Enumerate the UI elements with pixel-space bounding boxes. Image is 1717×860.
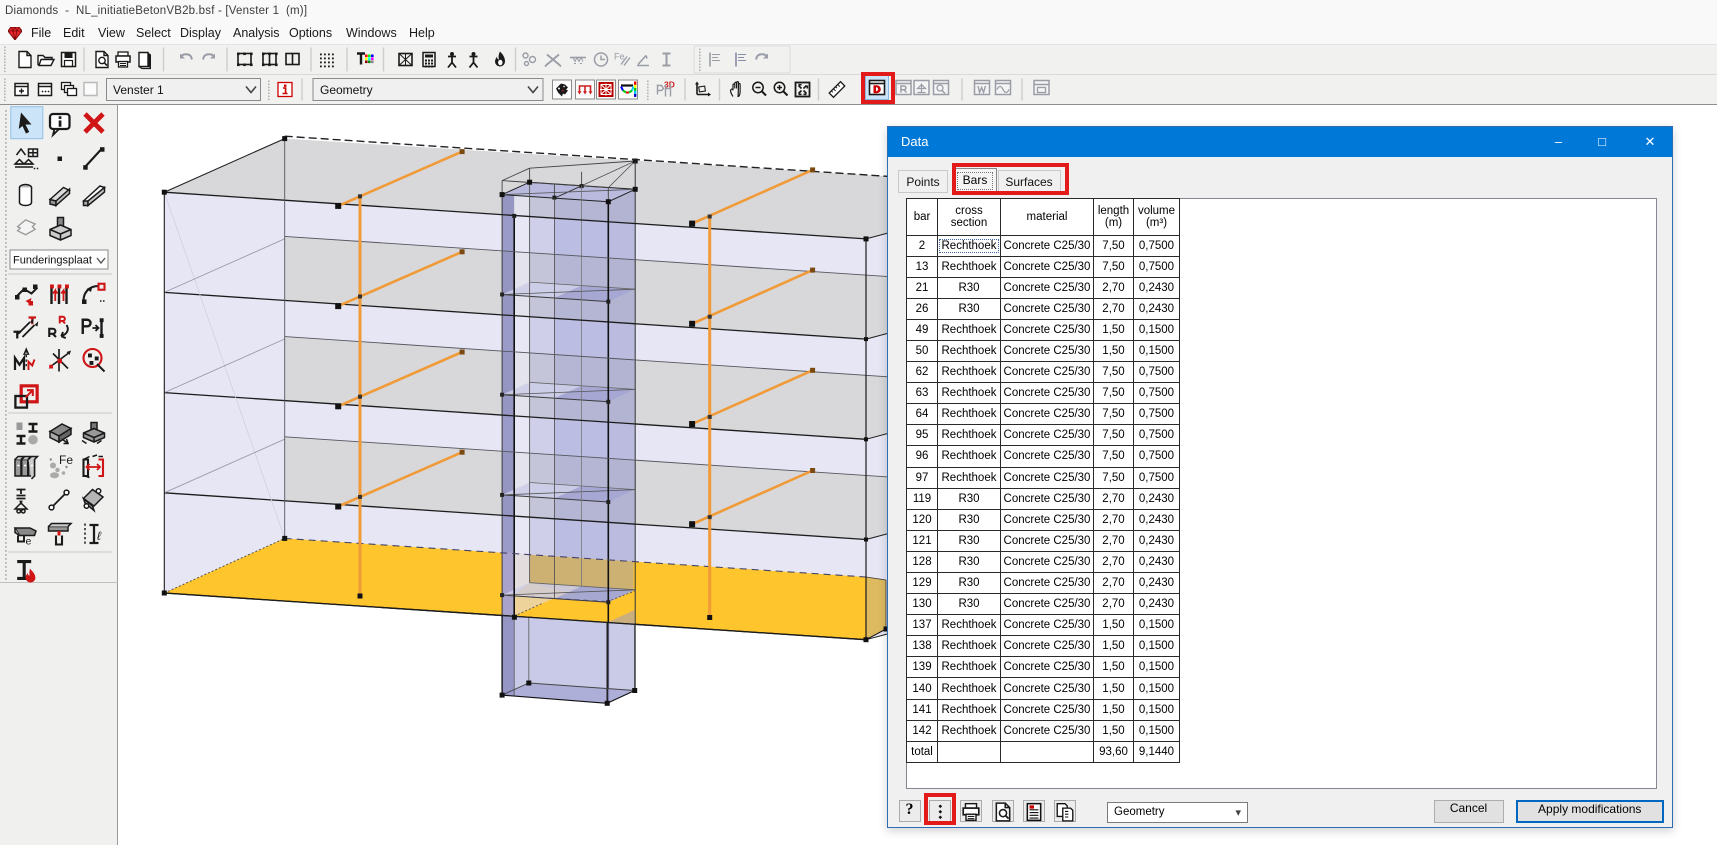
svg-text:Geometry: Geometry bbox=[320, 83, 373, 97]
svg-text:e: e bbox=[26, 536, 32, 548]
svg-text:Fe: Fe bbox=[59, 453, 73, 467]
svg-text:Venster 1: Venster 1 bbox=[113, 83, 164, 97]
svg-text:ℓ: ℓ bbox=[97, 529, 102, 543]
svg-text:Funderingsplaat: Funderingsplaat bbox=[13, 255, 92, 267]
svg-text:Fe: Fe bbox=[614, 52, 625, 62]
